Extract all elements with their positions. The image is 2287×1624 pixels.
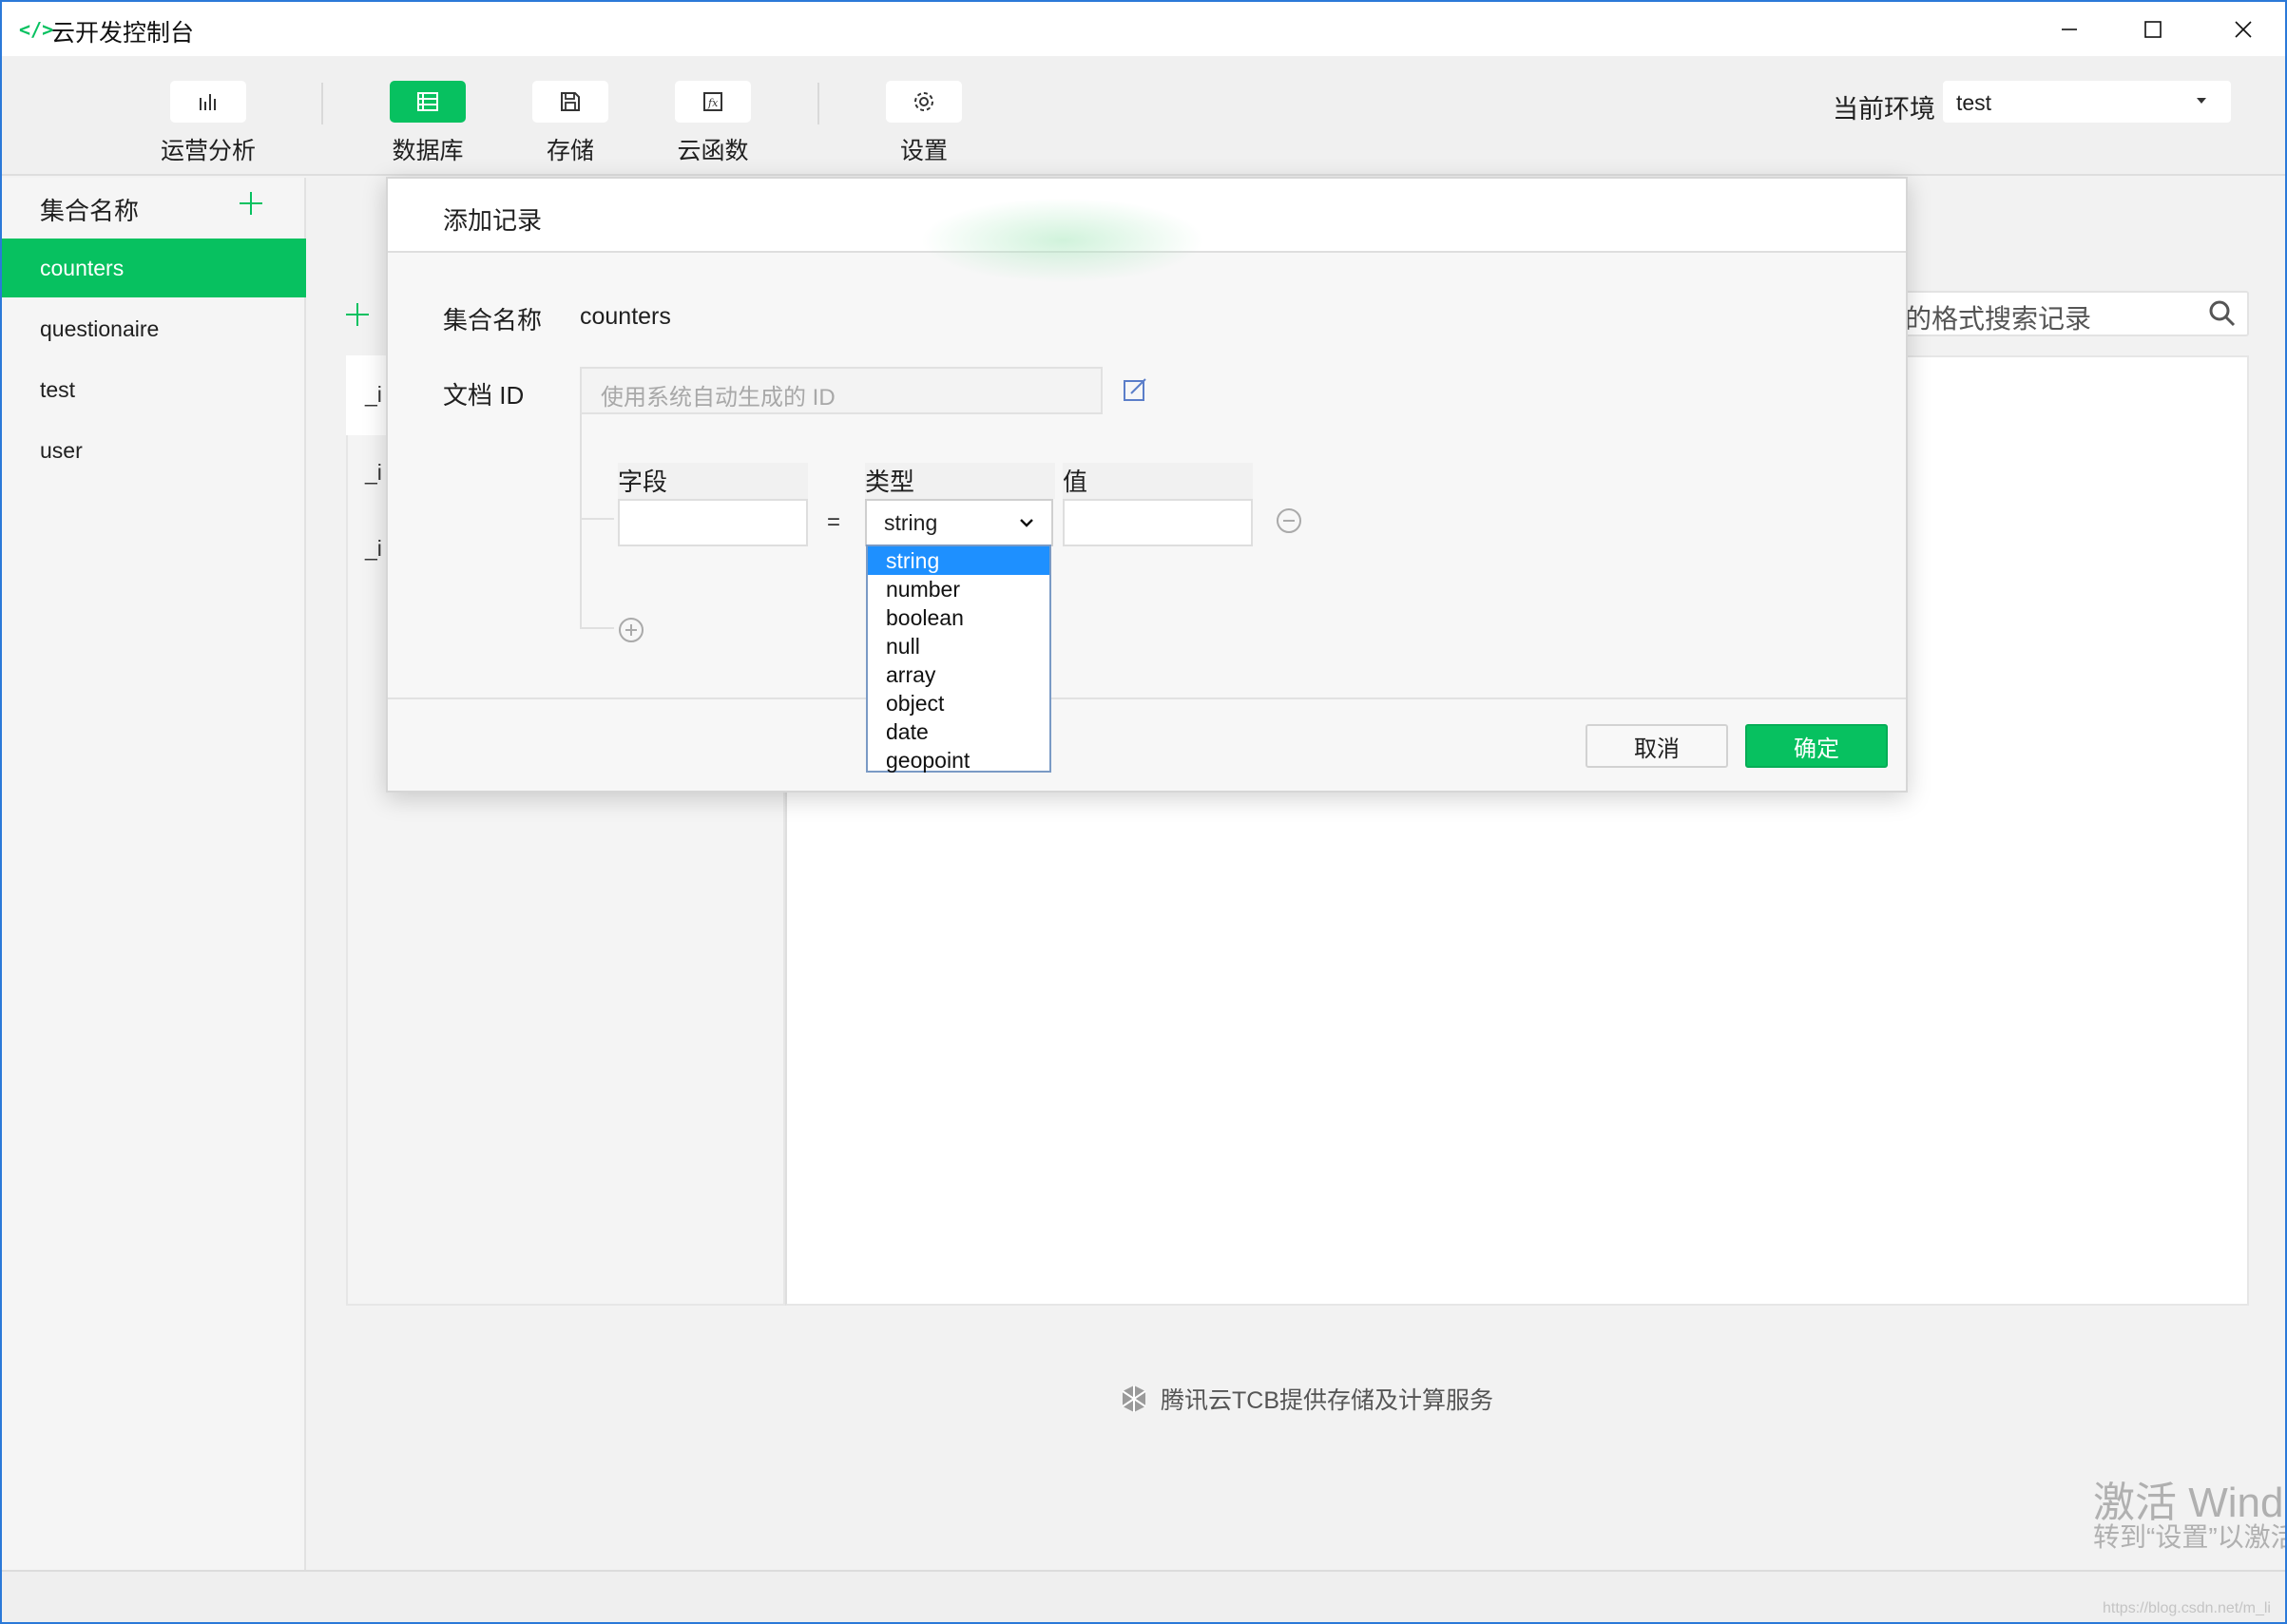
source-watermark: https://blog.csdn.net/m_li (2103, 1600, 2271, 1616)
add-collection-icon[interactable] (237, 189, 265, 218)
type-option-date[interactable]: date (868, 717, 1049, 746)
search-placeholder: 的格式搜索记录 (1905, 304, 2092, 334)
maximize-icon (2144, 20, 2162, 38)
remove-field-icon[interactable] (1275, 506, 1303, 535)
type-option-number[interactable]: number (868, 575, 1049, 603)
search-icon[interactable] (2207, 298, 2238, 329)
settings-button[interactable] (886, 81, 962, 123)
sidebar-item-questionaire[interactable]: questionaire (2, 299, 306, 358)
collection-label: 集合名称 (443, 306, 543, 334)
storage-button[interactable] (532, 81, 608, 123)
tool-label: 存储 (546, 138, 594, 164)
tool-analytics[interactable]: 运营分析 (142, 81, 275, 166)
type-select-value: string (884, 510, 938, 535)
app-window: </> 云开发控制台 运营分析 数据库 存储 fx 云函数 设置 当前环境 te… (0, 0, 2287, 1624)
sidebar-item-test[interactable]: test (2, 360, 306, 419)
type-dropdown-list: string number boolean null array object … (866, 545, 1051, 773)
equals-sign: = (827, 509, 841, 535)
tool-label: 设置 (899, 138, 948, 164)
minimize-icon (2062, 28, 2077, 30)
collection-sidebar: 集合名称 counters questionaire test user (2, 178, 306, 1570)
field-column-header: 字段 (618, 463, 808, 499)
title-bar: </> 云开发控制台 (2, 2, 2285, 56)
dialog-footer-divider (388, 697, 1906, 699)
add-record-dialog: 添加记录 集合名称 counters 文档 ID 使用系统自动生成的 ID 字段… (386, 177, 1908, 793)
svg-text:fx: fx (707, 97, 719, 109)
database-icon (417, 92, 438, 111)
footer-text: 腾讯云TCB提供存储及计算服务 (1161, 1387, 1494, 1414)
type-option-object[interactable]: object (868, 689, 1049, 717)
field-name-input[interactable] (618, 499, 808, 546)
field-tree-branch (580, 627, 614, 629)
doc-id-label: 文档 ID (443, 381, 525, 410)
tool-storage[interactable]: 存储 (504, 81, 637, 166)
toolbar-divider (321, 83, 323, 124)
tool-label: 数据库 (392, 138, 464, 164)
tcb-logo-icon (1122, 1385, 1146, 1412)
record-row[interactable]: _i (365, 382, 382, 408)
analytics-button[interactable] (170, 81, 246, 123)
type-option-boolean[interactable]: boolean (868, 603, 1049, 632)
bar-chart-icon (200, 94, 216, 110)
sidebar-item-counters[interactable]: counters (2, 239, 306, 297)
field-value-input[interactable] (1063, 499, 1253, 546)
maximize-button[interactable] (2107, 2, 2199, 56)
type-column-header: 类型 (865, 463, 1055, 499)
dialog-title: 添加记录 (443, 206, 543, 235)
dialog-header: 添加记录 (388, 179, 1906, 283)
type-option-array[interactable]: array (868, 660, 1049, 689)
tool-label: 运营分析 (160, 138, 256, 164)
confirm-button[interactable]: 确定 (1745, 724, 1888, 768)
collection-value: counters (580, 303, 671, 330)
env-label: 当前环境 (1833, 95, 1935, 124)
sidebar-header: 集合名称 (40, 197, 140, 225)
main-toolbar: 运营分析 数据库 存储 fx 云函数 设置 当前环境 test (2, 56, 2285, 176)
toolbar-divider (817, 83, 819, 124)
type-option-null[interactable]: null (868, 632, 1049, 660)
type-select[interactable]: string (865, 499, 1053, 546)
doc-id-input[interactable]: 使用系统自动生成的 ID (580, 367, 1103, 414)
gear-icon (914, 92, 933, 111)
field-tree-line (580, 414, 582, 629)
close-button[interactable] (2198, 2, 2285, 56)
function-icon: fx (703, 92, 722, 111)
focus-glow (920, 198, 1205, 283)
tool-settings[interactable]: 设置 (857, 81, 990, 166)
type-option-string[interactable]: string (868, 546, 1049, 575)
footer-credit: 腾讯云TCB提供存储及计算服务 (1119, 1382, 1493, 1416)
edit-icon[interactable] (1122, 376, 1148, 403)
database-button[interactable] (390, 81, 466, 123)
window-title: 云开发控制台 (51, 20, 195, 47)
add-record-icon[interactable] (344, 301, 371, 328)
app-logo-icon: </> (19, 18, 54, 41)
cancel-button[interactable]: 取消 (1586, 724, 1728, 768)
env-select[interactable]: test (1943, 81, 2231, 123)
minimize-button[interactable] (2024, 2, 2115, 56)
save-icon (561, 92, 580, 111)
value-column-header: 值 (1063, 463, 1253, 499)
record-row[interactable]: _i (365, 536, 382, 562)
add-field-icon[interactable] (617, 616, 645, 644)
activation-watermark-sub: 转到“设置”以激活 (2093, 1522, 2287, 1552)
type-option-geopoint[interactable]: geopoint (868, 746, 1049, 774)
record-row[interactable]: _i (365, 460, 382, 486)
field-tree-branch (580, 518, 614, 520)
env-select-value: test (1956, 90, 1992, 115)
chevron-down-icon (1020, 519, 1033, 527)
tool-label: 云函数 (677, 138, 749, 164)
status-bar (2, 1570, 2285, 1622)
cloud-function-button[interactable]: fx (675, 81, 751, 123)
caret-down-icon (2197, 98, 2206, 104)
tool-database[interactable]: 数据库 (361, 81, 494, 166)
close-icon (2235, 20, 2252, 38)
tool-cloud-function[interactable]: fx 云函数 (646, 81, 779, 166)
sidebar-item-user[interactable]: user (2, 421, 306, 480)
